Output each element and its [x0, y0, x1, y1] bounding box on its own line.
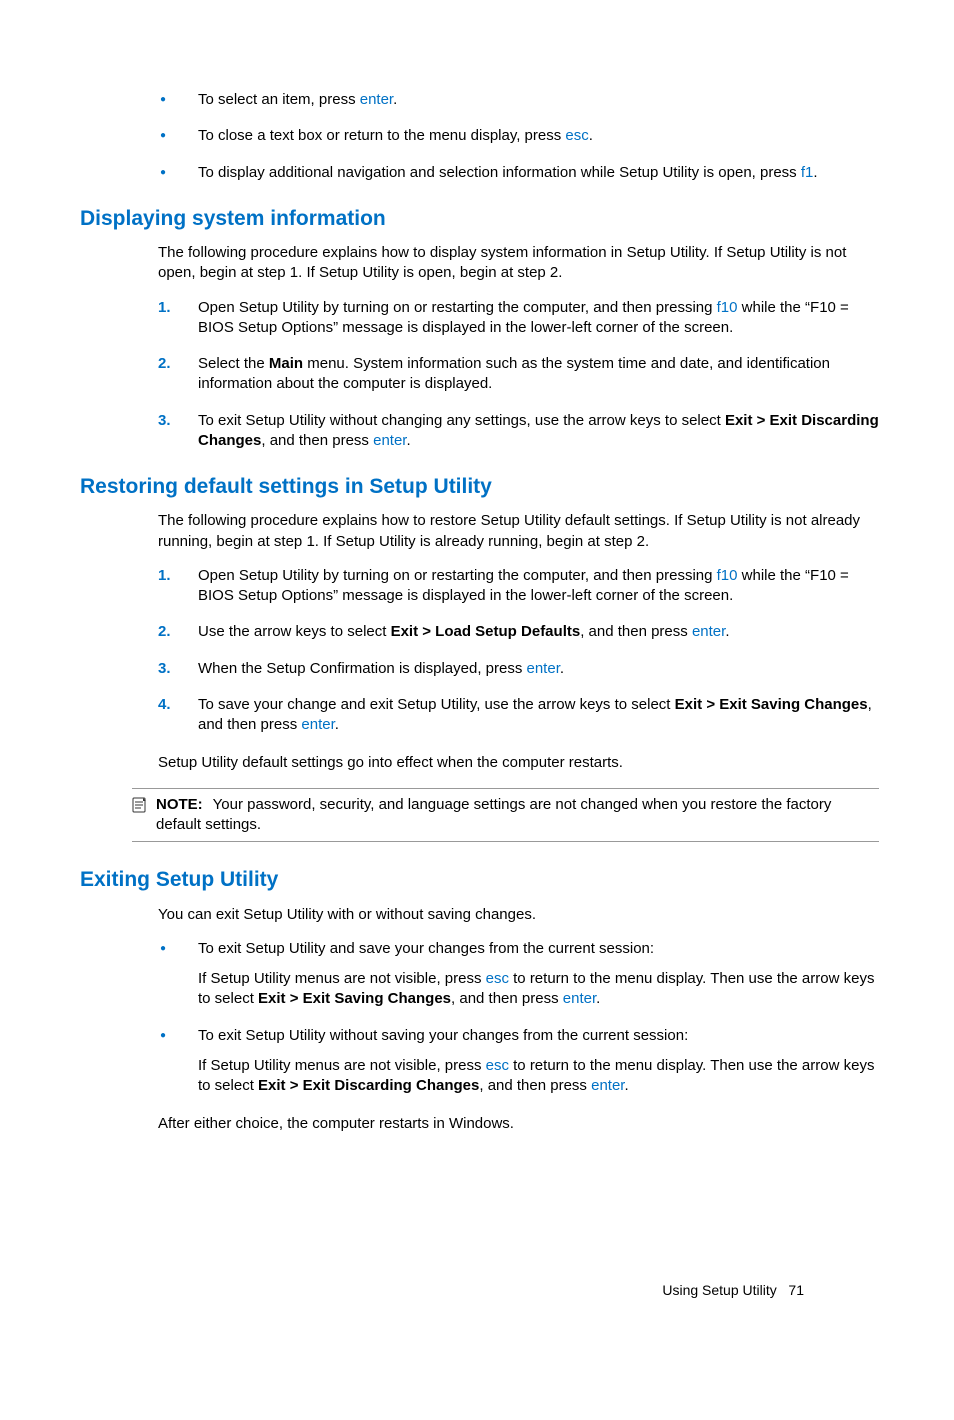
key-esc: esc [486, 970, 509, 987]
text: , and then press [580, 623, 692, 640]
key-esc: esc [486, 1057, 509, 1074]
text: Use the arrow keys to select [198, 623, 391, 640]
bullet-list: To exit Setup Utility and save your chan… [80, 939, 879, 1097]
key-enter: enter [373, 432, 406, 449]
text: , and then press [479, 1077, 591, 1094]
key-f1: f1 [801, 164, 814, 181]
text: Open Setup Utility by turning on or rest… [198, 567, 717, 584]
list-item: To exit Setup Utility without saving you… [160, 1026, 879, 1097]
list-item: To exit Setup Utility without changing a… [158, 411, 879, 452]
list-item: To select an item, press enter. [160, 90, 879, 110]
intro-bullet-list: To select an item, press enter. To close… [80, 90, 879, 183]
paragraph: After either choice, the computer restar… [158, 1114, 879, 1134]
text: Select the [198, 355, 269, 372]
text: To display additional navigation and sel… [198, 164, 801, 181]
note-content: NOTE:Your password, security, and langua… [156, 795, 879, 836]
paragraph: You can exit Setup Utility with or witho… [158, 905, 879, 925]
key-enter: enter [563, 990, 596, 1007]
text: . [813, 164, 817, 181]
text: . [624, 1077, 628, 1094]
list-item: To display additional navigation and sel… [160, 163, 879, 183]
text: , and then press [451, 990, 563, 1007]
list-item: To close a text box or return to the men… [160, 126, 879, 146]
key-f10: f10 [717, 567, 738, 584]
text: . [596, 990, 600, 1007]
heading-exiting-setup: Exiting Setup Utility [80, 866, 879, 894]
ordered-list: Open Setup Utility by turning on or rest… [80, 298, 879, 452]
text: To exit Setup Utility without changing a… [198, 412, 725, 429]
text: If Setup Utility menus are not visible, … [198, 1057, 486, 1074]
paragraph: The following procedure explains how to … [158, 511, 879, 552]
list-item: To exit Setup Utility and save your chan… [160, 939, 879, 1010]
text: To close a text box or return to the men… [198, 127, 565, 144]
key-enter: enter [527, 660, 560, 677]
note-label: NOTE: [156, 796, 203, 813]
sub-paragraph: If Setup Utility menus are not visible, … [198, 1056, 879, 1097]
text: To select an item, press [198, 91, 360, 108]
text: . [560, 660, 564, 677]
bold-text: Main [269, 355, 303, 372]
text: . [589, 127, 593, 144]
sub-paragraph: If Setup Utility menus are not visible, … [198, 969, 879, 1010]
page-number: 71 [788, 1282, 804, 1298]
text: To save your change and exit Setup Utili… [198, 696, 675, 713]
heading-restoring-defaults: Restoring default settings in Setup Util… [80, 473, 879, 501]
list-item: When the Setup Confirmation is displayed… [158, 659, 879, 679]
text: . [393, 91, 397, 108]
bold-text: Exit > Load Setup Defaults [391, 623, 581, 640]
text: , and then press [261, 432, 373, 449]
ordered-list: Open Setup Utility by turning on or rest… [80, 566, 879, 736]
paragraph: The following procedure explains how to … [158, 243, 879, 284]
text: . [725, 623, 729, 640]
text: If Setup Utility menus are not visible, … [198, 970, 486, 987]
text: When the Setup Confirmation is displayed… [198, 660, 527, 677]
key-f10: f10 [717, 299, 738, 316]
page-footer: Using Setup Utility 71 [662, 1281, 804, 1300]
bold-text: Exit > Exit Saving Changes [675, 696, 868, 713]
note-icon [132, 797, 148, 813]
note-text: Your password, security, and language se… [156, 796, 831, 833]
key-enter: enter [692, 623, 725, 640]
text: . [335, 716, 339, 733]
bold-text: Exit > Exit Saving Changes [258, 990, 451, 1007]
text: To exit Setup Utility and save your chan… [198, 940, 654, 957]
list-item: Use the arrow keys to select Exit > Load… [158, 622, 879, 642]
list-item: Open Setup Utility by turning on or rest… [158, 298, 879, 339]
text: . [406, 432, 410, 449]
heading-displaying-system-info: Displaying system information [80, 205, 879, 233]
list-item: Select the Main menu. System information… [158, 354, 879, 395]
key-enter: enter [360, 91, 393, 108]
list-item: Open Setup Utility by turning on or rest… [158, 566, 879, 607]
text: To exit Setup Utility without saving you… [198, 1027, 688, 1044]
text: Open Setup Utility by turning on or rest… [198, 299, 717, 316]
key-esc: esc [565, 127, 588, 144]
footer-label: Using Setup Utility [662, 1282, 776, 1298]
key-enter: enter [301, 716, 334, 733]
bold-text: Exit > Exit Discarding Changes [258, 1077, 479, 1094]
paragraph: Setup Utility default settings go into e… [158, 753, 879, 773]
list-item: To save your change and exit Setup Utili… [158, 695, 879, 736]
note-box: NOTE:Your password, security, and langua… [132, 788, 879, 843]
key-enter: enter [591, 1077, 624, 1094]
